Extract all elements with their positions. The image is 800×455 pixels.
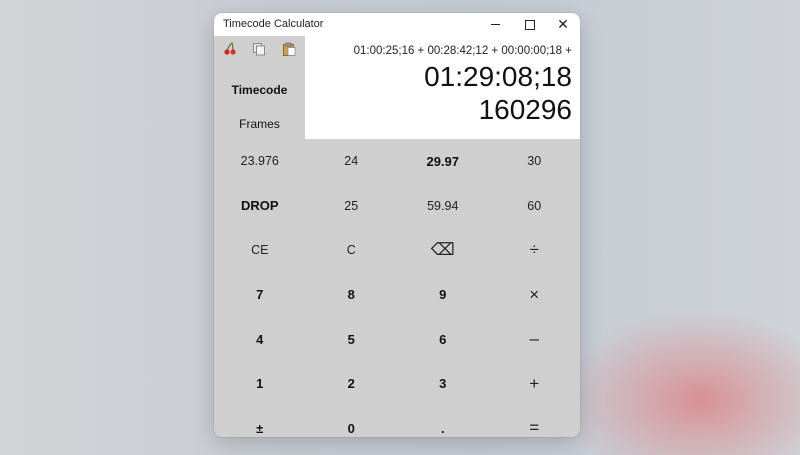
expression-text: 01:00:25;16 + 00:28:42;12 + 00:00:00;18 …: [353, 45, 572, 57]
key-7[interactable]: 7: [214, 273, 306, 318]
maximize-button[interactable]: [513, 13, 547, 36]
key-5994[interactable]: 59.94: [397, 184, 489, 229]
key-drop[interactable]: DROP: [214, 184, 306, 229]
mode-panel: Timecode Frames: [214, 36, 305, 139]
key-2[interactable]: 2: [306, 362, 398, 407]
key-30[interactable]: 30: [489, 139, 581, 184]
key-negate[interactable]: ±: [214, 406, 306, 437]
frames-result: 160296: [478, 94, 572, 125]
mode-frames-button[interactable]: Frames: [214, 117, 305, 131]
key-60[interactable]: 60: [489, 184, 581, 229]
keypad: 23.976 24 29.97 30 DROP 25 59.94 60 CE C…: [214, 139, 580, 437]
key-3[interactable]: 3: [397, 362, 489, 407]
key-0[interactable]: 0: [306, 406, 398, 437]
key-divide[interactable]: ÷: [489, 228, 581, 273]
key-equals[interactable]: =: [489, 406, 581, 437]
paste-icon[interactable]: [281, 41, 297, 57]
key-6[interactable]: 6: [397, 317, 489, 362]
calculator-window: Timecode Calculator ✕ Timecode Frames 01…: [214, 13, 580, 437]
backspace-icon[interactable]: ⌫: [397, 228, 489, 273]
close-icon: ✕: [557, 16, 569, 32]
key-minus[interactable]: –: [489, 317, 581, 362]
key-clear-entry[interactable]: CE: [214, 228, 306, 273]
mode-timecode-button[interactable]: Timecode: [214, 83, 305, 97]
minimize-icon: [490, 24, 500, 25]
key-23976[interactable]: 23.976: [214, 139, 306, 184]
key-plus[interactable]: +: [489, 362, 581, 407]
key-decimal[interactable]: .: [397, 406, 489, 437]
key-2997[interactable]: 29.97: [397, 139, 489, 184]
key-24[interactable]: 24: [306, 139, 398, 184]
key-clear[interactable]: C: [306, 228, 398, 273]
key-9[interactable]: 9: [397, 273, 489, 318]
minimize-button[interactable]: [478, 13, 512, 36]
timecode-result: 01:29:08;18: [424, 61, 572, 92]
title-bar[interactable]: Timecode Calculator ✕: [214, 13, 580, 36]
window-title: Timecode Calculator: [223, 18, 324, 30]
key-25[interactable]: 25: [306, 184, 398, 229]
key-multiply[interactable]: ×: [489, 273, 581, 318]
close-button[interactable]: ✕: [546, 13, 580, 36]
key-4[interactable]: 4: [214, 317, 306, 362]
key-8[interactable]: 8: [306, 273, 398, 318]
cherry-icon[interactable]: [222, 41, 238, 57]
key-5[interactable]: 5: [306, 317, 398, 362]
display-panel: 01:00:25;16 + 00:28:42;12 + 00:00:00;18 …: [305, 36, 580, 139]
copy-icon[interactable]: [251, 41, 267, 57]
key-1[interactable]: 1: [214, 362, 306, 407]
maximize-icon: [525, 19, 535, 30]
